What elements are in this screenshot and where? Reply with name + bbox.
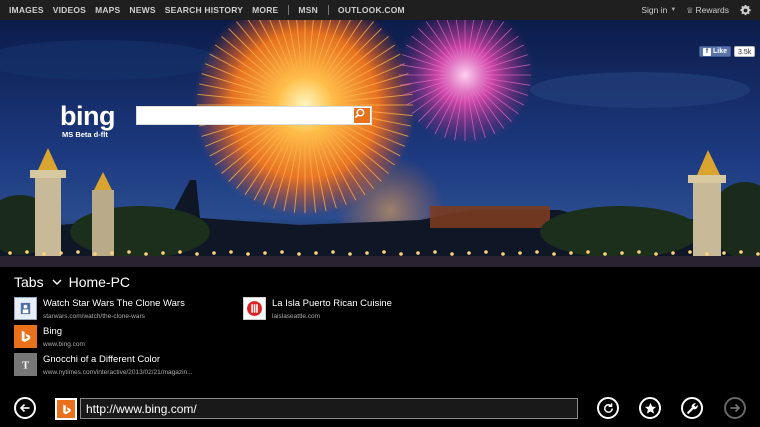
tab-item[interactable]: Watch Star Wars The Clone Wars starwars.… [14,297,185,320]
favorites-button[interactable] [639,397,661,419]
nav-outlook[interactable]: OUTLOOK.COM [338,5,405,15]
tab-item[interactable]: Bing www.bing.com [14,325,85,348]
nav-more[interactable]: MORE [252,5,278,15]
search-box [136,106,372,126]
nav-news[interactable]: NEWS [129,5,155,15]
facebook-like-label: Like [713,48,728,55]
search-icon [354,108,365,119]
svg-text:T: T [22,360,29,371]
tabs-header[interactable]: Tabs Home-PC [14,274,130,290]
medal-icon: ♕ [686,5,694,15]
wrench-icon [686,402,698,414]
tab-title: Gnocchi of a Different Color [43,354,161,365]
tabs-device-name: Home-PC [68,274,131,290]
tab-url: laislaseattle.com [272,313,321,320]
arrow-right-icon [730,403,741,413]
nav-divider [327,5,329,15]
facebook-like-count: 3.5k [734,46,756,57]
tab-url: www.bing.com [43,341,85,348]
site-favicon [55,398,77,420]
bing-icon [14,325,37,348]
search-button[interactable] [354,108,370,123]
nav-images[interactable]: IMAGES [9,5,44,15]
tab-url: starwars.com/watch/the-clone-wars [43,313,145,320]
nav-msn[interactable]: MSN [298,5,318,15]
rewards-link[interactable]: ♕ Rewards [686,5,729,15]
nav-search-history[interactable]: SEARCH HISTORY [165,5,243,15]
signin-link[interactable]: Sign in [641,5,667,15]
nav-account: Sign in ▼ ♕ Rewards [641,0,752,20]
refresh-icon [603,402,613,413]
fireworks-image [0,20,760,267]
top-nav: IMAGES VIDEOS MAPS NEWS SEARCH HISTORY M… [0,0,760,20]
rewards-label: Rewards [695,5,729,15]
bing-icon [62,404,71,414]
gear-icon[interactable] [739,4,752,17]
tab-item[interactable]: La Isla Puerto Rican Cuisine laislaseatt… [243,297,392,320]
chevron-down-icon: ▼ [670,7,677,13]
logo-subtitle: MS Beta d-flt [62,130,108,139]
tab-title: Watch Star Wars The Clone Wars [43,298,185,309]
hero-background: f Like 3.5k bing MS Beta d-flt [0,20,760,267]
arrow-left-icon [19,403,30,413]
tab-url: www.nytimes.com/interactive/2013/02/21/m… [43,369,193,376]
facebook-like[interactable]: f Like 3.5k [699,46,756,57]
back-button[interactable] [14,397,36,419]
facebook-icon: f [703,47,711,56]
bing-logo[interactable]: bing [60,101,115,132]
nytimes-icon: T [14,353,37,376]
starwars-icon [14,297,37,320]
facebook-like-button[interactable]: f Like [699,46,732,57]
address-bar [80,398,578,419]
nav-divider [288,5,290,15]
tab-title: La Isla Puerto Rican Cuisine [272,298,392,309]
la-isla-icon [243,297,266,320]
tab-title: Bing [43,326,63,337]
search-input[interactable] [137,108,351,126]
refresh-button[interactable] [597,397,619,419]
chevron-down-icon [52,279,62,285]
star-icon [644,402,656,414]
nav-maps[interactable]: MAPS [95,5,120,15]
address-input[interactable] [81,399,577,418]
page-tools-button[interactable] [681,397,703,419]
nav-videos[interactable]: VIDEOS [53,5,86,15]
tab-item[interactable]: T Gnocchi of a Different Color www.nytim… [14,353,193,376]
forward-button[interactable] [724,397,746,419]
tabs-title: Tabs [14,274,44,290]
